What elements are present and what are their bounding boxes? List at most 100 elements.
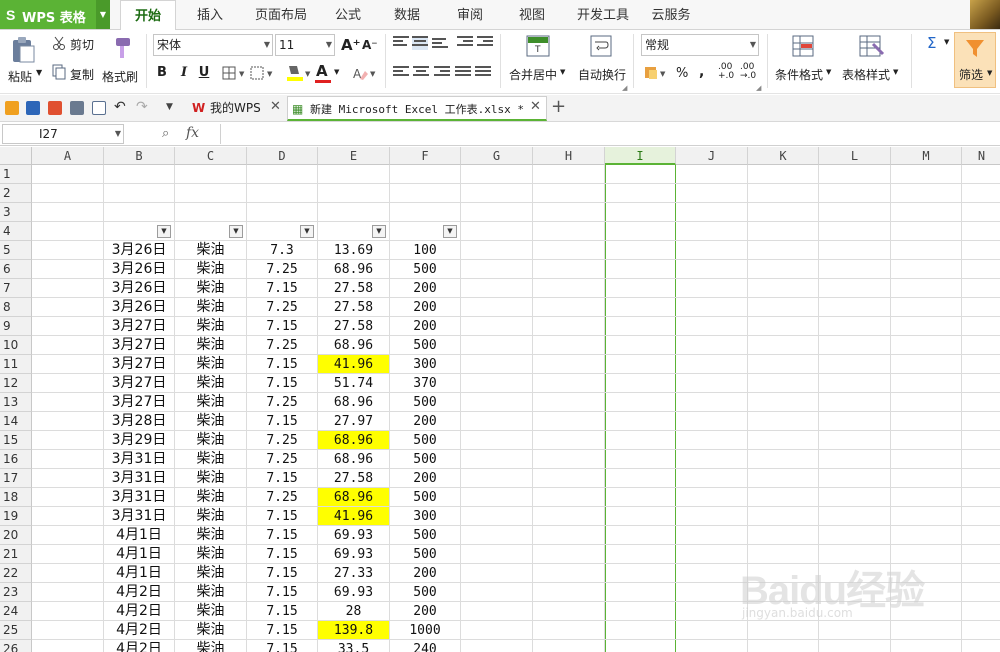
cell-B9[interactable]: 3月27日: [104, 317, 174, 335]
cell-E15[interactable]: 68.96: [318, 431, 389, 449]
cell-B6[interactable]: 3月26日: [104, 260, 174, 278]
cell-F22[interactable]: 200: [390, 564, 460, 582]
app-menu-arrow-icon[interactable]: ▼: [96, 0, 110, 29]
row-header-22[interactable]: 22: [0, 564, 32, 583]
cell-C11[interactable]: 柴油: [175, 355, 246, 373]
column-header-N[interactable]: N: [962, 147, 1000, 165]
paste-icon[interactable]: [10, 36, 36, 64]
cell-E17[interactable]: 27.58: [318, 469, 389, 487]
cell-D20[interactable]: 7.15: [247, 526, 317, 544]
tab-review[interactable]: 审阅: [448, 0, 492, 30]
undo-icon[interactable]: ↶: [114, 99, 126, 115]
number-format-select[interactable]: 常规 ▼: [641, 34, 759, 56]
cell-E5[interactable]: 13.69: [318, 241, 389, 259]
cell-D14[interactable]: 7.15: [247, 412, 317, 430]
tab-cloud[interactable]: 云服务: [646, 0, 696, 30]
tab-page-layout[interactable]: 页面布局: [248, 0, 314, 30]
column-header-K[interactable]: K: [748, 147, 819, 165]
close-tab-icon[interactable]: ✕: [530, 99, 541, 114]
cell-F15[interactable]: 500: [390, 431, 460, 449]
cell-C19[interactable]: 柴油: [175, 507, 246, 525]
chevron-down-icon[interactable]: ▼: [334, 68, 339, 76]
cell-E11[interactable]: 41.96: [318, 355, 389, 373]
column-header-J[interactable]: J: [676, 147, 748, 165]
filter-dropdown-E[interactable]: ▼: [372, 225, 386, 238]
chevron-down-icon[interactable]: ▼: [944, 38, 949, 46]
cell-F21[interactable]: 500: [390, 545, 460, 563]
chevron-down-icon[interactable]: ▼: [893, 68, 898, 76]
filter-dropdown-D[interactable]: ▼: [300, 225, 314, 238]
cell-D11[interactable]: 7.15: [247, 355, 317, 373]
redo-icon[interactable]: ↷: [136, 99, 148, 115]
align-left-icon[interactable]: [393, 66, 409, 80]
save-icon[interactable]: [26, 101, 40, 115]
filter-dropdown-C[interactable]: ▼: [229, 225, 243, 238]
row-header-16[interactable]: 16: [0, 450, 32, 469]
format-painter-button[interactable]: 格式刷: [102, 68, 138, 85]
cell-D21[interactable]: 7.15: [247, 545, 317, 563]
bold-button[interactable]: B: [153, 63, 171, 83]
paste-dropdown-icon[interactable]: ▼: [36, 68, 42, 77]
row-header-6[interactable]: 6: [0, 260, 32, 279]
cell-D16[interactable]: 7.25: [247, 450, 317, 468]
row-header-8[interactable]: 8: [0, 298, 32, 317]
cell-B19[interactable]: 3月31日: [104, 507, 174, 525]
cell-B16[interactable]: 3月31日: [104, 450, 174, 468]
cell-E26[interactable]: 33.5: [318, 640, 389, 652]
cell-B7[interactable]: 3月26日: [104, 279, 174, 297]
tab-formulas[interactable]: 公式: [326, 0, 370, 30]
font-name-select[interactable]: 宋体 ▼: [153, 34, 273, 56]
align-middle-icon[interactable]: [412, 36, 428, 50]
cell-F8[interactable]: 200: [390, 298, 460, 316]
row-header-15[interactable]: 15: [0, 431, 32, 450]
cell-C26[interactable]: 柴油: [175, 640, 246, 652]
cell-C22[interactable]: 柴油: [175, 564, 246, 582]
cell-C13[interactable]: 柴油: [175, 393, 246, 411]
cell-E13[interactable]: 68.96: [318, 393, 389, 411]
wrap-text-icon[interactable]: [590, 34, 614, 60]
currency-icon[interactable]: ▼: [643, 64, 671, 82]
wrap-text-button[interactable]: 自动换行: [578, 66, 626, 83]
select-all-corner[interactable]: [0, 147, 32, 165]
cell-F16[interactable]: 500: [390, 450, 460, 468]
border-icon[interactable]: ▼: [222, 66, 250, 80]
user-avatar[interactable]: [970, 0, 1000, 29]
cell-C6[interactable]: 柴油: [175, 260, 246, 278]
cell-C10[interactable]: 柴油: [175, 336, 246, 354]
cell-B22[interactable]: 4月1日: [104, 564, 174, 582]
column-header-L[interactable]: L: [819, 147, 891, 165]
cell-F17[interactable]: 200: [390, 469, 460, 487]
cell-B24[interactable]: 4月2日: [104, 602, 174, 620]
cell-F7[interactable]: 200: [390, 279, 460, 297]
print-icon[interactable]: [70, 101, 84, 115]
row-header-2[interactable]: 2: [0, 184, 32, 203]
column-header-H[interactable]: H: [533, 147, 605, 165]
cell-C14[interactable]: 柴油: [175, 412, 246, 430]
conditional-format-button[interactable]: 条件格式: [775, 66, 823, 83]
cell-C17[interactable]: 柴油: [175, 469, 246, 487]
export-pdf-icon[interactable]: [48, 101, 62, 115]
row-header-19[interactable]: 19: [0, 507, 32, 526]
cell-E6[interactable]: 68.96: [318, 260, 389, 278]
cell-D19[interactable]: 7.15: [247, 507, 317, 525]
align-top-icon[interactable]: [393, 36, 409, 50]
cell-B5[interactable]: 3月26日: [104, 241, 174, 259]
cell-D26[interactable]: 7.15: [247, 640, 317, 652]
customize-toolbar-icon[interactable]: ▼: [166, 102, 173, 112]
align-right-icon[interactable]: [434, 66, 450, 80]
cell-C25[interactable]: 柴油: [175, 621, 246, 639]
cell-F5[interactable]: 100: [390, 241, 460, 259]
cell-F24[interactable]: 200: [390, 602, 460, 620]
cell-B20[interactable]: 4月1日: [104, 526, 174, 544]
cell-D13[interactable]: 7.25: [247, 393, 317, 411]
row-header-9[interactable]: 9: [0, 317, 32, 336]
insert-function-button[interactable]: fx: [186, 125, 199, 141]
justify-icon[interactable]: [455, 66, 471, 80]
row-header-12[interactable]: 12: [0, 374, 32, 393]
cell-D24[interactable]: 7.15: [247, 602, 317, 620]
font-color-button[interactable]: A: [316, 62, 328, 80]
cell-C20[interactable]: 柴油: [175, 526, 246, 544]
dialog-launcher-icon[interactable]: ◢: [622, 84, 627, 92]
tab-insert[interactable]: 插入: [185, 0, 235, 30]
close-tab-icon[interactable]: ✕: [270, 99, 281, 114]
